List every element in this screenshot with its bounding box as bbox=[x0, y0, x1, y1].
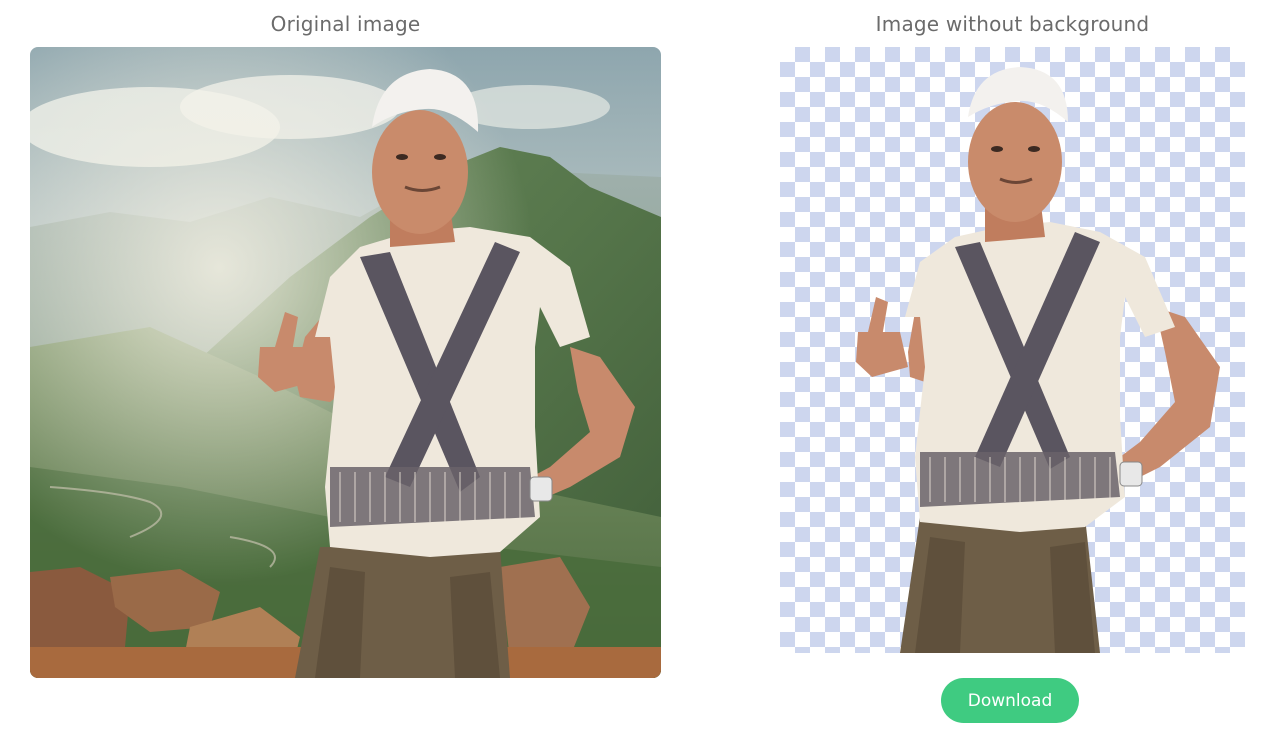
original-image bbox=[30, 47, 661, 678]
no-background-image bbox=[780, 47, 1245, 653]
no-background-image-title: Image without background bbox=[875, 12, 1150, 36]
background-remover-result: Original image Image without background bbox=[0, 0, 1280, 745]
cutout-photo bbox=[856, 67, 1220, 653]
download-button[interactable]: Download bbox=[941, 678, 1079, 723]
original-image-title: Original image bbox=[270, 12, 421, 36]
original-photo bbox=[30, 47, 661, 678]
man-cutout bbox=[856, 67, 1220, 653]
